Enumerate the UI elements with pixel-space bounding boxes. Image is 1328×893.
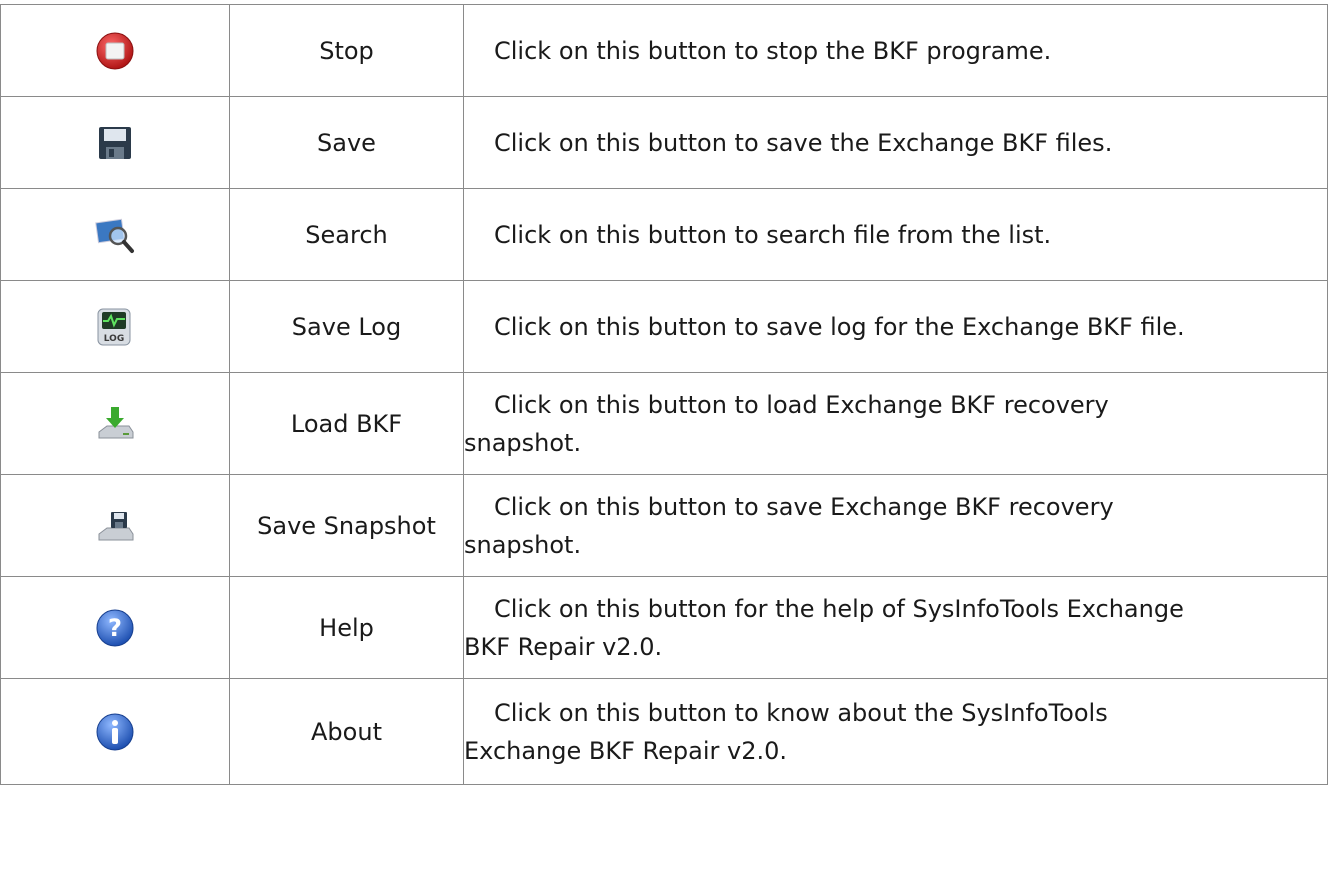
button-name-cell: Search: [229, 188, 464, 281]
description-cell: Click on this button to stop the BKF pro…: [463, 4, 1328, 97]
table-row: ? Help Click on this button for the help…: [0, 576, 1328, 679]
toolbar-reference-table-wrapper: Stop Click on this button to stop the BK…: [0, 0, 1328, 893]
icon-cell: [0, 372, 230, 475]
description-line: Click on this button to load Exchange BK…: [494, 390, 1109, 419]
icon-cell: [0, 678, 230, 785]
description-line: Exchange BKF Repair v2.0.: [464, 736, 788, 765]
description-line: Click on this button for the help of Sys…: [494, 594, 1184, 623]
description-line: snapshot.: [464, 530, 582, 559]
description-cell: Click on this button to know about the S…: [463, 678, 1328, 785]
table-row: Stop Click on this button to stop the BK…: [0, 4, 1328, 97]
table-row: Save Click on this button to save the Ex…: [0, 96, 1328, 189]
description-line: Click on this button to stop the BKF pro…: [494, 36, 1052, 65]
table-row: Save Snapshot Click on this button to sa…: [0, 474, 1328, 577]
table-row: Search Click on this button to search fi…: [0, 188, 1328, 281]
icon-cell: ?: [0, 576, 230, 679]
toolbar-buttons-table: Stop Click on this button to stop the BK…: [0, 4, 1328, 785]
button-name-cell: Load BKF: [229, 372, 464, 475]
description-line: Click on this button to save log for the…: [494, 312, 1185, 341]
icon-cell: LOG: [0, 280, 230, 373]
description-cell: Click on this button to search file from…: [463, 188, 1328, 281]
description-cell: Click on this button to save Exchange BK…: [463, 474, 1328, 577]
svg-text:?: ?: [108, 614, 122, 642]
button-name-cell: Help: [229, 576, 464, 679]
help-icon: ?: [95, 608, 135, 648]
save-log-icon: LOG: [95, 307, 135, 347]
button-name-cell: About: [229, 678, 464, 785]
button-name-cell: Save Snapshot: [229, 474, 464, 577]
icon-cell: [0, 474, 230, 577]
button-name-cell: Stop: [229, 4, 464, 97]
icon-cell: [0, 188, 230, 281]
stop-icon: [95, 31, 135, 71]
description-line: Click on this button to save the Exchang…: [494, 128, 1113, 157]
button-name-cell: Save: [229, 96, 464, 189]
table-row: Load BKF Click on this button to load Ex…: [0, 372, 1328, 475]
description-line: Click on this button to know about the S…: [494, 698, 1108, 727]
description-line: snapshot.: [464, 428, 582, 457]
save-snapshot-icon: [95, 506, 135, 546]
icon-cell: [0, 96, 230, 189]
description-line: Click on this button to search file from…: [494, 220, 1052, 249]
icon-cell: [0, 4, 230, 97]
description-cell: Click on this button to load Exchange BK…: [463, 372, 1328, 475]
search-icon: [95, 215, 135, 255]
save-disk-icon: [95, 123, 135, 163]
info-icon: [95, 712, 135, 752]
description-cell: Click on this button to save log for the…: [463, 280, 1328, 373]
button-name-cell: Save Log: [229, 280, 464, 373]
table-row: About Click on this button to know about…: [0, 678, 1328, 785]
description-line: BKF Repair v2.0.: [464, 632, 663, 661]
description-cell: Click on this button to save the Exchang…: [463, 96, 1328, 189]
table-row: LOG Save Log Click on this button to sav…: [0, 280, 1328, 373]
description-line: Click on this button to save Exchange BK…: [494, 492, 1114, 521]
description-cell: Click on this button for the help of Sys…: [463, 576, 1328, 679]
svg-text:LOG: LOG: [104, 334, 124, 344]
load-bkf-icon: [95, 404, 135, 444]
